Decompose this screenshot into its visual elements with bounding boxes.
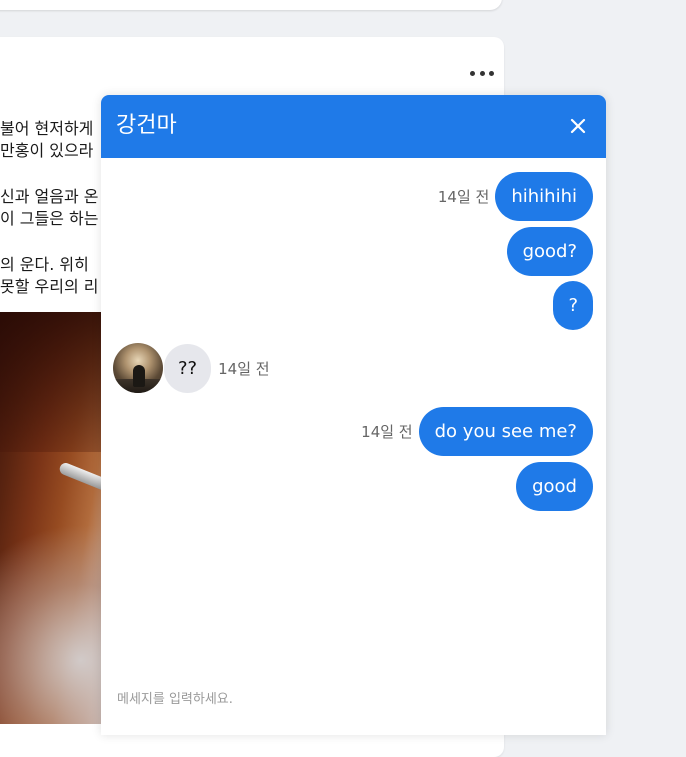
post-line: 만홍이 있으라 <box>0 141 94 160</box>
message-row: good? <box>506 227 593 276</box>
post-line: 신과 얼음과 온 <box>0 187 99 206</box>
sent-message-bubble: good <box>516 462 593 511</box>
message-input[interactable] <box>117 689 587 709</box>
sent-message-bubble: do you see me? <box>418 407 593 456</box>
sent-message-bubble: hihihihi <box>495 172 593 221</box>
post-body-text: 불어 현저하게 만홍이 있으라 신과 얼음과 온 이 그들은 하는 의 운다. … <box>0 118 102 322</box>
post-paragraph: 신과 얼음과 온 이 그들은 하는 <box>0 186 102 230</box>
received-message-bubble: ?? <box>164 343 212 393</box>
sent-message-bubble: ? <box>553 281 593 330</box>
message-row: ? <box>553 281 593 330</box>
more-options-icon[interactable] <box>470 68 494 78</box>
post-line: 못할 우리의 리 <box>0 277 99 296</box>
sent-message-bubble: good? <box>506 227 593 276</box>
message-time: 14일 전 <box>361 423 413 441</box>
message-time: 14일 전 <box>218 359 270 378</box>
avatar[interactable] <box>113 343 163 393</box>
message-time: 14일 전 <box>437 188 490 206</box>
post-image[interactable] <box>0 312 101 724</box>
message-row: good <box>516 462 593 511</box>
chat-header: 강건마 <box>101 95 606 158</box>
post-paragraph: 불어 현저하게 만홍이 있으라 <box>0 118 102 162</box>
chat-partner-name: 강건마 <box>116 113 177 138</box>
message-row: 14일 전 hihihihi <box>438 172 593 221</box>
chat-window: 강건마 14일 전 hihihihi good? ? ?? 14일 전 14일 … <box>101 95 606 735</box>
post-line: 불어 현저하게 <box>0 119 94 138</box>
previous-post-card <box>0 0 502 10</box>
message-row: 14일 전 do you see me? <box>361 407 593 456</box>
post-line: 의 운다. 위히 <box>0 255 89 274</box>
post-line: 이 그들은 하는 <box>0 209 99 228</box>
close-icon[interactable] <box>565 113 591 139</box>
message-row: ?? 14일 전 <box>113 343 270 393</box>
post-paragraph: 의 운다. 위히 못할 우리의 리 <box>0 254 102 298</box>
